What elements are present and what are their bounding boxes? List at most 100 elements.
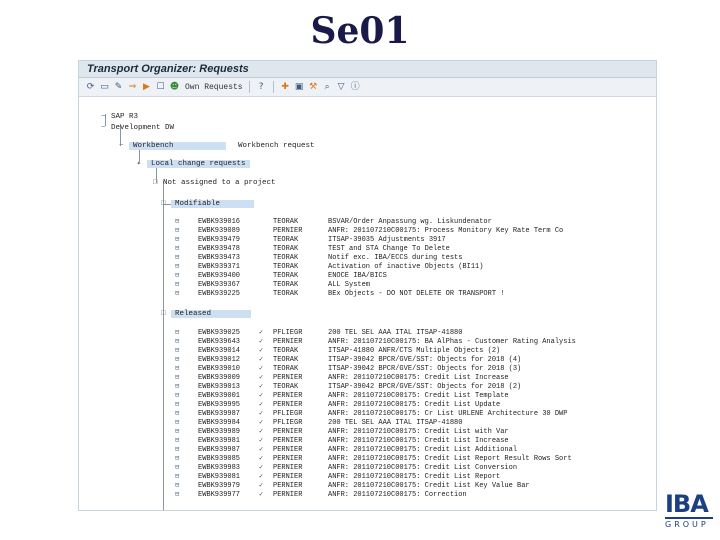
request-row[interactable]: ⊟ EWBK939984 ✓ PFLIEGR 200 TEL SEL AAA I… bbox=[175, 419, 655, 428]
released-check-icon: ✓ bbox=[259, 347, 264, 355]
logo-sub-text: GROUP bbox=[665, 520, 709, 529]
request-row[interactable]: ⊟ EWBK939400 TEORAK ENOCE IBA/BICS bbox=[175, 272, 655, 281]
request-icon: ⊟ bbox=[175, 347, 180, 355]
refresh-icon[interactable]: ⟳ bbox=[85, 82, 96, 93]
tree-node-not-assigned[interactable]: □ Not assigned to a project bbox=[153, 179, 276, 188]
request-row[interactable]: ⊟ EWBK939012 ✓ TEORAK ITSAP-39042 BPCR/G… bbox=[175, 356, 655, 365]
tool-icon[interactable]: ⚒ bbox=[308, 82, 319, 93]
request-icon: ⊟ bbox=[175, 227, 180, 235]
released-check-icon: ✓ bbox=[259, 329, 264, 337]
request-icon: ⊟ bbox=[175, 455, 180, 463]
window-title: Transport Organizer: Requests bbox=[79, 61, 656, 78]
released-check-icon: ✓ bbox=[259, 482, 264, 490]
request-row[interactable]: ⊟ EWBK939014 ✓ TEORAK ITSAP-41880 ANFR/C… bbox=[175, 347, 655, 356]
expand-icon[interactable]: − bbox=[101, 124, 111, 133]
request-icon: ⊟ bbox=[175, 290, 180, 298]
tree-node-workbench[interactable]: − Workbench Workbench request bbox=[119, 142, 315, 151]
request-icon: ⊟ bbox=[175, 281, 180, 289]
sap-window: Transport Organizer: Requests ⟳ ▭ ✎ ⇒ ▶ … bbox=[78, 60, 657, 511]
request-row[interactable]: ⊟ EWBK939977 ✓ PERNIER ANFR: 201107210C0… bbox=[175, 491, 655, 500]
request-icon: ⊟ bbox=[175, 419, 180, 427]
released-check-icon: ✓ bbox=[259, 356, 264, 364]
request-icon: ⊟ bbox=[175, 263, 180, 271]
request-row[interactable]: ⊟ EWBK939089 PERNIER ANFR: 201107210C001… bbox=[175, 227, 655, 236]
request-row[interactable]: ⊟ EWBK939009 ✓ PERNIER ANFR: 201107210C0… bbox=[175, 374, 655, 383]
released-check-icon: ✓ bbox=[259, 383, 264, 391]
request-row[interactable]: ⊟ EWBK939643 ✓ PERNIER ANFR: 201107210C0… bbox=[175, 338, 655, 347]
request-icon: ⊟ bbox=[175, 428, 180, 436]
request-tree: − SAP R3 − Development DW − Workbench Workb… bbox=[79, 97, 656, 510]
request-icon: ⊟ bbox=[175, 446, 180, 454]
released-check-icon: ✓ bbox=[259, 374, 264, 382]
iba-group-logo: IBA GROUP bbox=[665, 492, 717, 529]
released-check-icon: ✓ bbox=[259, 401, 264, 409]
info-icon[interactable]: ⓘ bbox=[350, 82, 361, 93]
request-row[interactable]: ⊟ EWBK939081 ✓ PERNIER ANFR: 201107210C0… bbox=[175, 473, 655, 482]
checkbox-icon[interactable]: ☐ bbox=[155, 82, 166, 93]
release-icon[interactable]: ▶ bbox=[141, 82, 152, 93]
tree-node-released[interactable]: □ Released bbox=[161, 310, 252, 319]
request-icon: ⊟ bbox=[175, 272, 180, 280]
folder-icon: □ bbox=[161, 200, 166, 208]
request-row[interactable]: ⊟ EWBK939473 TEORAK Notif exc. IBA/ECCS … bbox=[175, 254, 655, 263]
tree-line bbox=[163, 321, 164, 510]
transport-icon[interactable]: ⇒ bbox=[127, 82, 138, 93]
tree-node-local-changes[interactable]: ▸ Local change requests bbox=[137, 160, 250, 169]
request-row[interactable]: ⊟ EWBK939085 ✓ PERNIER ANFR: 201107210C0… bbox=[175, 455, 655, 464]
request-row[interactable]: ⊟ EWBK939989 ✓ PERNIER ANFR: 201107210C0… bbox=[175, 428, 655, 437]
toolbar: ⟳ ▭ ✎ ⇒ ▶ ☐ ☻ Own Requests ? ✚ ▣ ⚒ ⌕ ▽ ⓘ bbox=[79, 78, 656, 97]
toolbar-separator bbox=[248, 81, 250, 93]
released-check-icon: ✓ bbox=[259, 473, 264, 481]
request-row[interactable]: ⊟ EWBK939001 ✓ PERNIER ANFR: 201107210C0… bbox=[175, 392, 655, 401]
find-icon[interactable]: ⌕ bbox=[322, 82, 333, 93]
request-icon: ⊟ bbox=[175, 338, 180, 346]
request-row[interactable]: ⊟ EWBK939010 ✓ TEORAK ITSAP-39042 BPCR/G… bbox=[175, 365, 655, 374]
change-icon[interactable]: ✎ bbox=[113, 82, 124, 93]
request-row[interactable]: ⊟ EWBK939367 TEORAK ALL System bbox=[175, 281, 655, 290]
create-icon[interactable]: ✚ bbox=[280, 82, 291, 93]
tree-node-system[interactable]: − SAP R3 bbox=[101, 113, 138, 122]
filter-icon[interactable]: ▽ bbox=[336, 82, 347, 93]
request-row[interactable]: ⊟ EWBK939225 TEORAK BEx Objects - DO NOT… bbox=[175, 290, 655, 299]
help-icon[interactable]: ? bbox=[256, 82, 267, 93]
request-icon: ⊟ bbox=[175, 356, 180, 364]
released-check-icon: ✓ bbox=[259, 491, 264, 499]
released-check-icon: ✓ bbox=[259, 455, 264, 463]
expand-icon[interactable]: − bbox=[119, 142, 129, 151]
user-icon[interactable]: ☻ bbox=[169, 82, 180, 93]
request-row[interactable]: ⊟ EWBK939983 ✓ PERNIER ANFR: 201107210C0… bbox=[175, 464, 655, 473]
request-icon: ⊟ bbox=[175, 410, 180, 418]
released-check-icon: ✓ bbox=[259, 428, 264, 436]
request-row[interactable]: ⊟ EWBK939995 ✓ PERNIER ANFR: 201107210C0… bbox=[175, 401, 655, 410]
request-row[interactable]: ⊟ EWBK939979 ✓ PERNIER ANFR: 201107210C0… bbox=[175, 482, 655, 491]
request-row[interactable]: ⊟ EWBK939987 ✓ PFLIEGR ANFR: 201107210C0… bbox=[175, 410, 655, 419]
request-row[interactable]: ⊟ EWBK939479 TEORAK ITSAP-39035 Adjustme… bbox=[175, 236, 655, 245]
request-row[interactable]: ⊟ EWBK939371 TEORAK Activation of inacti… bbox=[175, 263, 655, 272]
request-row[interactable]: ⊟ EWBK939987 ✓ PERNIER ANFR: 201107210C0… bbox=[175, 446, 655, 455]
display-icon[interactable]: ▭ bbox=[99, 82, 110, 93]
request-row[interactable]: ⊟ EWBK939025 ✓ PFLIEGR 200 TEL SEL AAA I… bbox=[175, 329, 655, 338]
lock-icon[interactable]: ▣ bbox=[294, 82, 305, 93]
request-row[interactable]: ⊟ EWBK939478 TEORAK TEST and STA Change … bbox=[175, 245, 655, 254]
request-icon: ⊟ bbox=[175, 392, 180, 400]
expand-icon[interactable]: − bbox=[101, 113, 111, 122]
released-check-icon: ✓ bbox=[259, 392, 264, 400]
request-icon: ⊟ bbox=[175, 365, 180, 373]
folder-icon: □ bbox=[153, 179, 158, 187]
tree-node-client[interactable]: − Development DW bbox=[101, 124, 174, 133]
request-icon: ⊟ bbox=[175, 491, 180, 499]
request-icon: ⊟ bbox=[175, 245, 180, 253]
own-requests-button[interactable]: Own Requests bbox=[185, 83, 243, 92]
request-icon: ⊟ bbox=[175, 383, 180, 391]
request-row[interactable]: ⊟ EWBK939013 ✓ TEORAK ITSAP-39042 BPCR/G… bbox=[175, 383, 655, 392]
request-row[interactable]: ⊟ EWBK939981 ✓ PERNIER ANFR: 201107210C0… bbox=[175, 437, 655, 446]
slide-title: Se01 bbox=[310, 10, 410, 52]
request-icon: ⊟ bbox=[175, 254, 180, 262]
request-icon: ⊟ bbox=[175, 236, 180, 244]
released-check-icon: ✓ bbox=[259, 437, 264, 445]
released-check-icon: ✓ bbox=[259, 365, 264, 373]
request-row[interactable]: ⊟ EWBK939016 TEORAK BSVAR/Order Anpassun… bbox=[175, 218, 655, 227]
logo-main-text: IBA bbox=[665, 490, 709, 518]
folder-icon: □ bbox=[161, 310, 166, 318]
tree-node-modifiable[interactable]: □ Modifiable bbox=[161, 200, 255, 209]
